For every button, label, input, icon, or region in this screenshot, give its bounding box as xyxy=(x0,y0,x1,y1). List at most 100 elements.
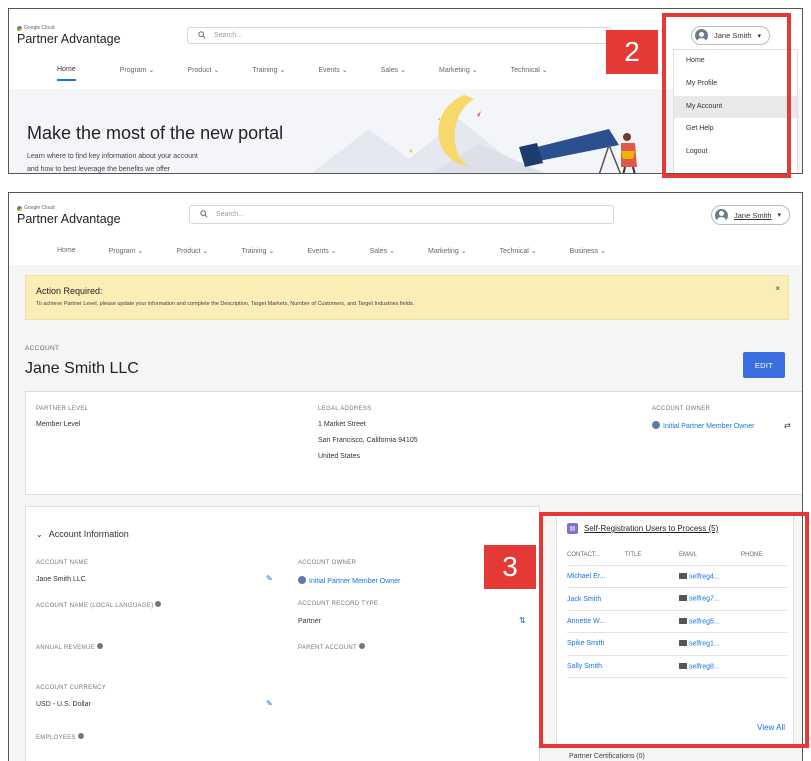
nav-item-events[interactable]: Events ⌄ xyxy=(307,247,336,255)
nav-label: Events xyxy=(307,248,329,255)
callout-badge-2: 2 xyxy=(606,30,658,74)
account-owner-link[interactable]: Initial Partner Member Owner xyxy=(652,421,754,430)
chevron-down-icon: ⌄ xyxy=(389,248,395,255)
nav-item-program[interactable]: Program ⌄ xyxy=(120,66,155,81)
nav-item-sales[interactable]: Sales ⌄ xyxy=(381,66,406,81)
google-cloud-mark: Google Cloud xyxy=(17,25,121,31)
chevron-down-icon: ⌄ xyxy=(213,67,220,74)
nav-item-product[interactable]: Product ⌄ xyxy=(187,66,219,81)
label-text: ACCOUNT NAME (LOCAL LANGUAGE) xyxy=(36,603,154,609)
label-text: EMPLOYEES xyxy=(36,735,76,741)
hero-subtitle: Learn where to find key information abou… xyxy=(27,153,198,160)
chevron-down-icon: ⌄ xyxy=(148,67,155,74)
chevron-down-icon: ⌄ xyxy=(330,248,337,255)
callout-box-3 xyxy=(539,512,809,748)
section-header-account-information[interactable]: ⌄ Account Information xyxy=(36,529,129,539)
nav-item-program[interactable]: Program ⌄ xyxy=(109,247,144,255)
hero-subtitle: and how to best leverage the benefits we… xyxy=(27,166,171,173)
field-label: ACCOUNT OWNER xyxy=(652,406,711,412)
google-cloud-icon xyxy=(17,205,22,211)
nav-item-training[interactable]: Training ⌄ xyxy=(241,247,274,255)
nav-label: Marketing xyxy=(438,67,470,74)
chevron-down-icon: ⌄ xyxy=(36,530,43,539)
label-text: ANNUAL REVENUE xyxy=(36,645,95,651)
caret-down-icon: ▾ xyxy=(777,212,782,219)
search-icon xyxy=(198,30,206,41)
field-label: ACCOUNT OWNER xyxy=(298,560,357,566)
nav-label: Events xyxy=(318,67,340,74)
close-icon[interactable]: × xyxy=(775,284,780,293)
address-line: San Francisco, California 94105 xyxy=(318,437,418,444)
info-icon xyxy=(77,733,84,739)
partner-advantage-logo[interactable]: Google Cloud Partner Advantage xyxy=(17,205,121,226)
nav-label: Technical xyxy=(510,67,540,74)
nav-label: Program xyxy=(108,248,136,255)
field-label: EMPLOYEES xyxy=(36,733,84,741)
user-name: Jane Smith xyxy=(734,210,772,220)
edit-pencil-icon[interactable]: ✎ xyxy=(266,699,273,708)
nav-label: Marketing xyxy=(427,248,459,255)
nav-item-sales[interactable]: Sales ⌄ xyxy=(370,247,395,255)
account-owner-link[interactable]: Initial Partner Member Owner xyxy=(298,576,400,585)
nav-item-business[interactable]: Business ⌄ xyxy=(570,247,606,255)
nav-item-technical[interactable]: Technical ⌄ xyxy=(511,66,548,81)
google-cloud-mark: Google Cloud xyxy=(17,205,121,211)
field-label: ACCOUNT CURRENCY xyxy=(36,685,107,691)
callout-box-2 xyxy=(662,13,791,178)
nav-label: Training xyxy=(252,67,278,74)
nav-label: Business xyxy=(569,248,599,255)
nav-item-marketing[interactable]: Marketing ⌄ xyxy=(428,247,467,255)
address-line: United States xyxy=(318,453,361,460)
user-icon xyxy=(652,421,660,429)
nav-item-home[interactable]: Home xyxy=(57,247,76,255)
search-input[interactable]: Search... xyxy=(187,27,612,44)
callout-badge-3: 3 xyxy=(484,545,536,589)
nav-label: Home xyxy=(57,247,76,254)
info-icon xyxy=(155,601,162,607)
nav-item-product[interactable]: Product ⌄ xyxy=(176,247,208,255)
account-information-card: ⌄ Account Information ACCOUNT NAME Jane S… xyxy=(25,506,540,761)
main-nav: Home Program ⌄ Product ⌄ Training ⌄ Events ⌄… xyxy=(57,247,606,255)
chevron-down-icon: ⌄ xyxy=(530,248,537,255)
search-icon xyxy=(200,209,208,220)
chevron-down-icon: ⌄ xyxy=(400,67,406,74)
section-title: Account Information xyxy=(48,529,129,539)
partner-advantage-logo[interactable]: Google Cloud Partner Advantage xyxy=(17,25,121,46)
nav-label: Product xyxy=(176,248,201,255)
nav-label: Technical xyxy=(499,248,529,255)
chevron-down-icon: ⌄ xyxy=(279,67,286,74)
nav-label: Product xyxy=(187,67,212,74)
nav-label: Home xyxy=(57,66,76,73)
owner-name: Initial Partner Member Owner xyxy=(309,578,401,585)
field-label: PARENT ACCOUNT xyxy=(298,643,365,651)
partner-certifications-card-title[interactable]: Partner Certifications (0) xyxy=(569,753,645,760)
field-label: ACCOUNT NAME (LOCAL LANGUAGE) xyxy=(36,601,162,609)
chevron-down-icon: ⌄ xyxy=(137,248,144,255)
nav-item-marketing[interactable]: Marketing ⌄ xyxy=(439,66,478,81)
nav-label: Sales xyxy=(380,67,399,74)
logo-small-text: Google Cloud xyxy=(24,25,55,31)
field-label: ANNUAL REVENUE xyxy=(36,643,103,651)
nav-item-events[interactable]: Events ⌄ xyxy=(318,66,347,81)
account-name-value: Jane Smith LLC xyxy=(36,576,86,583)
record-type-value: Partner xyxy=(298,618,321,625)
nav-item-home[interactable]: Home xyxy=(57,66,76,81)
edit-pencil-icon[interactable]: ✎ xyxy=(266,574,273,583)
page-title: Jane Smith LLC xyxy=(25,360,139,377)
field-label: LEGAL ADDRESS xyxy=(318,406,372,412)
change-record-type-icon[interactable]: ⇅ xyxy=(519,616,526,625)
partner-level-value: Member Level xyxy=(36,421,81,428)
hero-title: Make the most of the new portal xyxy=(27,123,284,143)
search-placeholder: Search... xyxy=(216,211,245,218)
edit-button[interactable]: EDIT xyxy=(743,352,785,378)
address-line: 1 Market Street xyxy=(318,421,366,428)
logo-text: Partner Advantage xyxy=(17,32,121,46)
currency-value: USD - U.S. Dollar xyxy=(36,701,91,708)
nav-item-training[interactable]: Training ⌄ xyxy=(252,66,285,81)
user-icon xyxy=(298,576,306,584)
search-input[interactable]: Search... xyxy=(189,205,614,224)
change-owner-icon[interactable]: ⇄ xyxy=(784,421,791,430)
user-menu-button[interactable]: Jane Smith ▾ xyxy=(711,205,791,225)
chevron-down-icon: ⌄ xyxy=(341,67,348,74)
nav-item-technical[interactable]: Technical ⌄ xyxy=(500,247,537,255)
